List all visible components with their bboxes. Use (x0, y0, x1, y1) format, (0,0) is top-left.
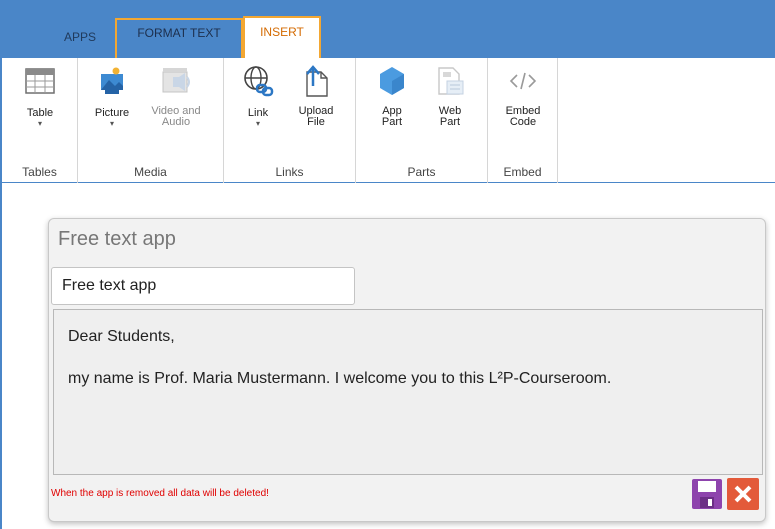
link-icon (244, 66, 274, 97)
group-label-links: Links (275, 165, 304, 179)
chevron-down-icon: ▾ (255, 119, 260, 128)
app-part-label-2: Part (381, 116, 403, 128)
group-parts: App Part Web Part Parts (356, 58, 488, 183)
editor-line-greeting: Dear Students, (68, 328, 175, 345)
video-audio-button[interactable]: Video and Audio (144, 64, 208, 128)
save-icon (692, 479, 722, 509)
group-tables: Table ▾ Tables (2, 58, 78, 183)
picture-button[interactable]: Picture ▾ (86, 64, 138, 129)
picture-label: Picture (94, 107, 130, 119)
group-label-media: Media (134, 165, 167, 179)
table-label: Table (26, 107, 54, 119)
video-audio-label-2: Audio (161, 116, 191, 128)
group-label-parts: Parts (407, 165, 436, 179)
delete-warning: When the app is removed all data will be… (51, 488, 269, 499)
editor-line-welcome: my name is Prof. Maria Mustermann. I wel… (68, 370, 612, 387)
group-links: Link ▾ Upload File Links (224, 58, 356, 183)
free-text-app-card: Free text app Dear Students, my name is … (48, 218, 766, 522)
web-part-icon (438, 67, 464, 95)
web-part-button[interactable]: Web Part (424, 64, 476, 128)
ribbon-tab-strip: APPS FORMAT TEXT INSERT (0, 0, 775, 60)
upload-file-icon (306, 65, 328, 97)
upload-file-button[interactable]: Upload File (290, 64, 342, 128)
picture-icon (101, 67, 123, 94)
upload-file-label-2: File (307, 116, 325, 128)
chevron-down-icon: ▾ (37, 119, 42, 128)
embed-code-button[interactable]: Embed Code (497, 64, 549, 128)
group-label-tables: Tables (22, 165, 57, 179)
group-label-embed: Embed (503, 165, 542, 179)
embed-code-icon (509, 72, 537, 90)
group-embed: Embed Code Embed (488, 58, 558, 183)
link-label: Link (247, 107, 269, 119)
delete-app-button[interactable] (727, 478, 759, 510)
table-button[interactable]: Table ▾ (14, 64, 66, 129)
app-title-input[interactable] (51, 267, 355, 305)
tab-insert[interactable]: INSERT (243, 16, 321, 60)
video-audio-icon (162, 68, 190, 93)
web-part-label-2: Part (439, 116, 461, 128)
link-button[interactable]: Link ▾ (232, 64, 284, 129)
app-part-button[interactable]: App Part (366, 64, 418, 128)
tab-format-text[interactable]: FORMAT TEXT (115, 18, 243, 58)
app-title: Free text app (58, 228, 176, 250)
ribbon: Table ▾ Tables Picture ▾ Video and Audio… (2, 58, 775, 183)
close-icon (734, 485, 752, 503)
table-icon (25, 68, 55, 94)
tab-apps[interactable]: APPS (48, 22, 112, 58)
chevron-down-icon: ▾ (109, 119, 114, 128)
group-media: Picture ▾ Video and Audio Media (78, 58, 224, 183)
rich-text-editor[interactable]: Dear Students, my name is Prof. Maria Mu… (53, 309, 763, 475)
save-button[interactable] (691, 478, 723, 510)
app-part-icon (380, 67, 404, 95)
embed-code-label-2: Code (509, 116, 537, 128)
